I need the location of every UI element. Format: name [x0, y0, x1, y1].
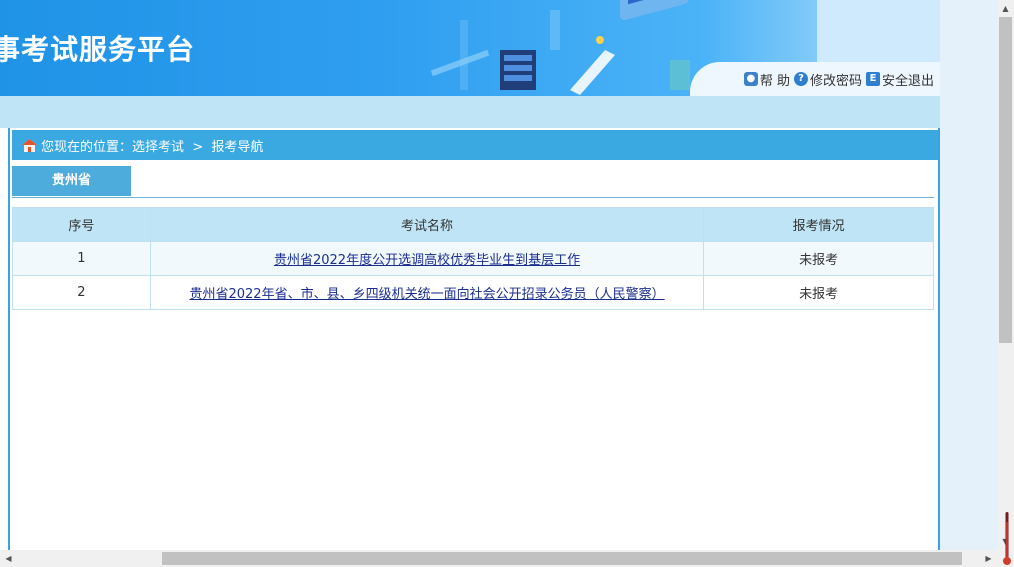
- exam-name-cell: 贵州省2022年度公开选调高校优秀毕业生到基层工作: [149, 241, 705, 276]
- row-index: 2: [12, 275, 151, 310]
- change-password-label: 修改密码: [809, 73, 862, 89]
- row-status: 未报考: [703, 275, 934, 310]
- vertical-scrollbar[interactable]: ▲ ▼: [997, 0, 1014, 550]
- thermometer-icon: [1003, 512, 1011, 565]
- home-icon: [22, 138, 37, 152]
- right-border: [938, 128, 940, 550]
- vertical-scroll-thumb[interactable]: [999, 17, 1012, 343]
- logout-label: 安全退出: [881, 73, 934, 89]
- horizontal-scroll-thumb[interactable]: [162, 552, 962, 565]
- banner-illustration-icon: [430, 0, 690, 95]
- exam-table: 序号 考试名称 报考情况 1 贵州省2022年度公开选调高校优秀毕业生到基层工作…: [12, 207, 934, 310]
- lock-icon: ●: [743, 72, 758, 86]
- horizontal-scrollbar[interactable]: ◀ ▶: [0, 550, 997, 567]
- site-title: 事考试服务平台: [0, 33, 196, 66]
- exam-name-cell: 贵州省2022年省、市、县、乡四级机关统一面向社会公开招录公务员（人民警察）: [149, 275, 705, 310]
- logout-link[interactable]: E 安全退出: [865, 70, 934, 89]
- banner: 事考试服务平台 ● 帮 助 ? 修改密码 E 安全退出: [0, 0, 940, 96]
- help-link[interactable]: ● 帮 助: [743, 70, 790, 89]
- table-row: 1 贵州省2022年度公开选调高校优秀毕业生到基层工作 未报考: [12, 241, 934, 276]
- help-label: 帮 助: [759, 73, 790, 89]
- scroll-up-icon[interactable]: ▲: [997, 0, 1014, 17]
- table-row: 2 贵州省2022年省、市、县、乡四级机关统一面向社会公开招录公务员（人民警察）…: [12, 275, 934, 310]
- row-index: 1: [12, 241, 151, 276]
- row-status: 未报考: [703, 241, 934, 276]
- tab-guizhou[interactable]: 贵州省: [12, 166, 131, 196]
- question-icon: ?: [793, 72, 808, 86]
- right-panel: [940, 0, 997, 550]
- column-header-exam-name: 考试名称: [149, 207, 705, 242]
- breadcrumb: 您现在的位置：选择考试 > 报考导航: [12, 130, 938, 160]
- column-header-status: 报考情况: [703, 207, 934, 242]
- breadcrumb-label: 您现在的位置：选择考试 > 报考导航: [41, 139, 264, 155]
- exam-link[interactable]: 贵州省2022年省、市、县、乡四级机关统一面向社会公开招录公务员（人民警察）: [189, 287, 664, 302]
- table-header-row: 序号 考试名称 报考情况: [12, 207, 934, 242]
- province-tabs: 贵州省: [12, 166, 934, 198]
- scroll-right-icon[interactable]: ▶: [980, 550, 997, 567]
- top-links: ● 帮 助 ? 修改密码 E 安全退出: [690, 62, 940, 96]
- change-password-link[interactable]: ? 修改密码: [793, 70, 862, 89]
- scroll-left-icon[interactable]: ◀: [0, 550, 17, 567]
- exam-link[interactable]: 贵州省2022年度公开选调高校优秀毕业生到基层工作: [274, 253, 580, 268]
- column-header-index: 序号: [12, 207, 151, 242]
- nav-strip: [0, 96, 940, 128]
- left-border: [8, 128, 10, 550]
- exit-icon: E: [865, 72, 880, 86]
